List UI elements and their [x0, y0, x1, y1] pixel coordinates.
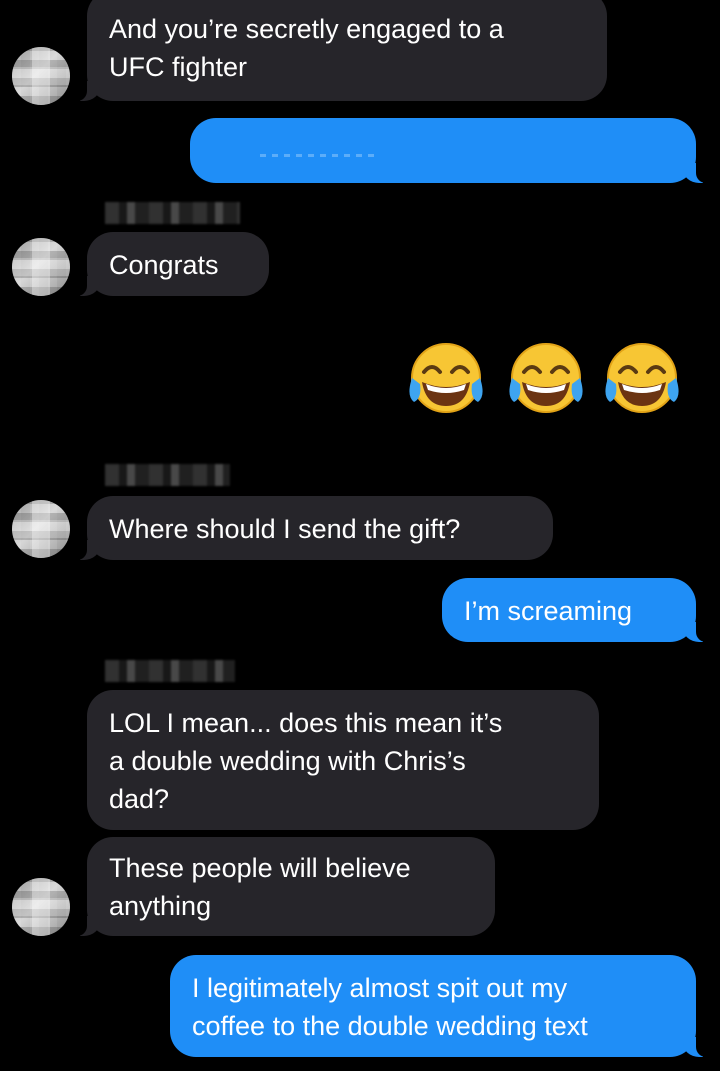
- message-bubble-outgoing[interactable]: I’m screaming: [442, 578, 706, 642]
- emoji-message-text: 😂😂😂: [0, 0, 1, 1]
- message-bubble-incoming[interactable]: Congrats: [77, 232, 269, 296]
- message-text: I’m screaming: [464, 596, 633, 626]
- tears-of-joy-emoji[interactable]: [600, 338, 684, 422]
- message-text-line: LOL I mean... does this mean it’s: [109, 708, 503, 738]
- message-text: Where should I send the gift?: [109, 514, 461, 544]
- avatar-icon[interactable]: [12, 878, 70, 936]
- message-text-line: a double wedding with Chris’s: [109, 746, 466, 776]
- message-text-line: UFC fighter: [109, 52, 248, 82]
- message-bubble-incoming[interactable]: And you’re secretly engaged to a UFC fig…: [77, 0, 607, 101]
- message-text-line: coffee to the double wedding text: [192, 1011, 588, 1041]
- message-text-line: anything: [109, 891, 212, 921]
- message-bubble-outgoing-redacted[interactable]: [190, 118, 706, 183]
- tears-of-joy-emoji[interactable]: [504, 338, 588, 422]
- avatar-icon[interactable]: [12, 47, 70, 105]
- sender-name-blurred: [105, 202, 240, 224]
- avatar-icon[interactable]: [12, 500, 70, 558]
- avatar-icon[interactable]: [12, 238, 70, 296]
- message-bubble-incoming[interactable]: These people will believe anything: [77, 837, 495, 936]
- message-text: Congrats: [109, 250, 219, 280]
- message-text-line: I legitimately almost spit out my: [192, 973, 568, 1003]
- sender-name-blurred: [105, 660, 235, 682]
- message-text-line: dad?: [109, 784, 170, 814]
- message-text-line: And you’re secretly engaged to a: [109, 14, 504, 44]
- message-text-line: These people will believe: [109, 853, 411, 883]
- redacted-text: [260, 154, 380, 157]
- message-bubble-incoming[interactable]: Where should I send the gift?: [77, 496, 553, 560]
- message-bubble-incoming[interactable]: LOL I mean... does this mean it’s a doub…: [87, 690, 599, 830]
- sender-name-blurred: [105, 464, 230, 486]
- tears-of-joy-emoji[interactable]: [404, 338, 488, 422]
- message-bubble-outgoing[interactable]: I legitimately almost spit out my coffee…: [170, 955, 706, 1057]
